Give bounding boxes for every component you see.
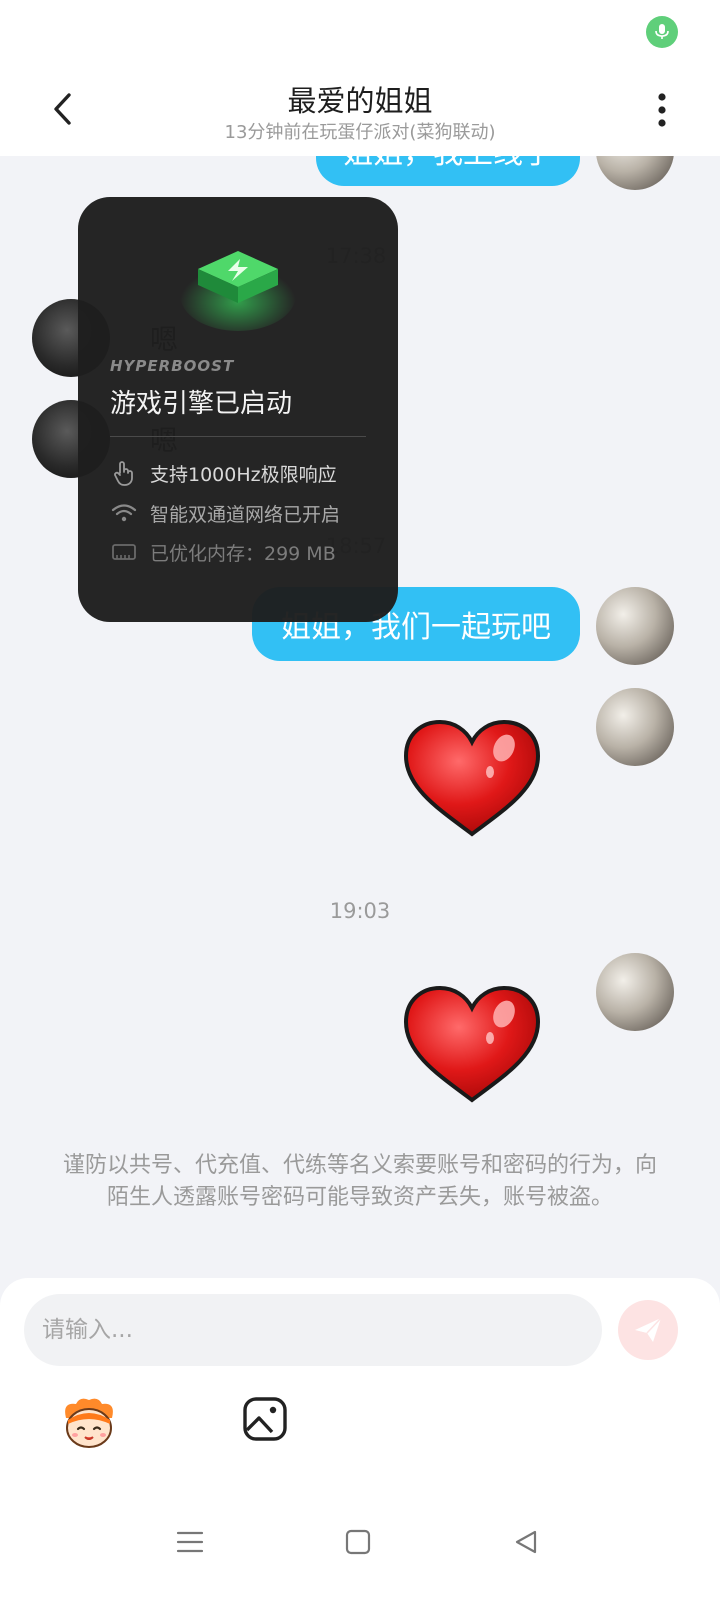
- contact-name: 最爱的姐姐: [287, 84, 433, 118]
- avatar[interactable]: [596, 953, 674, 1031]
- boost-feature-row: 支持1000Hz极限响应: [110, 458, 337, 488]
- heart-sticker-icon[interactable]: [400, 984, 544, 1108]
- contact-status: 13分钟前在玩蛋仔派对(菜狗联动): [224, 122, 496, 143]
- message-bubble-outgoing[interactable]: 姐姐，我上线了: [316, 156, 580, 186]
- back-triangle-icon[interactable]: [506, 1522, 546, 1562]
- more-options-icon[interactable]: [640, 86, 684, 134]
- boost-feature-row: 智能双通道网络已开启: [110, 498, 340, 528]
- send-icon: [635, 1317, 662, 1342]
- memory-icon: [110, 538, 138, 566]
- boost-feature-text: 智能双通道网络已开启: [150, 503, 341, 526]
- send-button[interactable]: [618, 1300, 678, 1360]
- home-square-icon[interactable]: [338, 1522, 378, 1562]
- boost-logo-icon: [180, 251, 296, 331]
- timestamp: 19:03: [329, 899, 391, 923]
- chat-header: 最爱的姐姐 13分钟前在玩蛋仔派对(菜狗联动): [0, 64, 720, 156]
- status-bar: [0, 0, 720, 64]
- wifi-icon: [110, 499, 138, 527]
- boost-brand: HYPERBOOST: [110, 357, 235, 375]
- security-notice: 谨防以共号、代充值、代练等名义索要账号和密码的行为，向陌生人透露账号密码可能导致…: [62, 1153, 657, 1210]
- boost-feature-row: 已优化内存：299 MB: [110, 537, 336, 567]
- image-picker-icon[interactable]: [242, 1396, 288, 1442]
- boost-title: 游戏引擎已启动: [110, 389, 293, 419]
- boost-feature-text: 已优化内存：299 MB: [150, 542, 336, 565]
- message-input[interactable]: [24, 1294, 602, 1366]
- input-panel: [0, 1278, 720, 1498]
- avatar[interactable]: [596, 587, 674, 665]
- emoji-sticker-button-icon[interactable]: [58, 1396, 120, 1452]
- system-nav-bar: [0, 1498, 720, 1600]
- mic-indicator-icon: [646, 16, 678, 48]
- game-boost-overlay: HYPERBOOST 游戏引擎已启动 支持1000Hz极限响应 智能双通道网络已…: [78, 197, 398, 622]
- recents-menu-icon[interactable]: [170, 1522, 210, 1562]
- avatar[interactable]: [596, 156, 674, 190]
- touch-icon: [110, 459, 138, 487]
- message-text: 姐姐，我上线了: [343, 156, 553, 172]
- heart-sticker-icon[interactable]: [400, 718, 544, 842]
- avatar[interactable]: [596, 688, 674, 766]
- boost-feature-text: 支持1000Hz极限响应: [150, 463, 337, 486]
- divider: [110, 436, 366, 437]
